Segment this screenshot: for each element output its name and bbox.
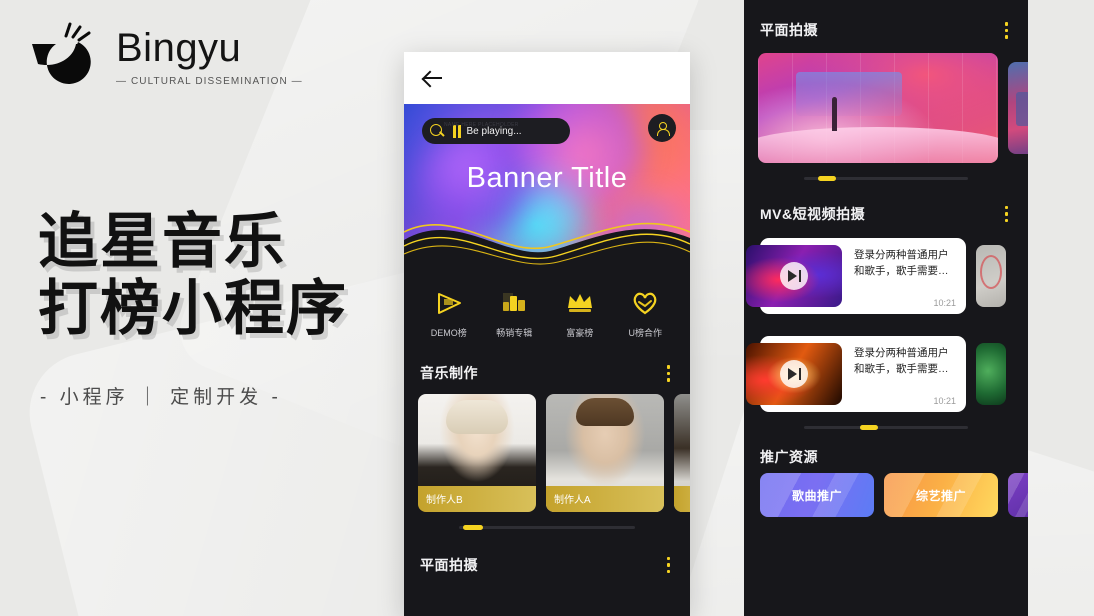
mv-thumbnail[interactable] [746,245,842,307]
quick-link-label: 畅销专辑 [496,328,533,338]
more-vertical-icon[interactable] [1001,18,1013,43]
mv-list-row[interactable]: 登录分两种普通用户和歌手，歌手需要… 10:21 [744,336,1028,412]
banner-wave-decor [404,204,690,270]
photo-card-partial[interactable] [1008,61,1028,154]
mv-video-card[interactable]: 登录分两种普通用户和歌手，歌手需要… 10:21 [746,336,966,412]
mv-card-time: 10:21 [933,396,956,406]
producer-card-label: 制作人B [418,485,536,512]
crown-icon [552,286,608,320]
back-arrow-icon[interactable] [422,67,444,89]
quick-link-label: U榜合作 [628,328,663,338]
search-icon [430,123,445,139]
photo-person-silhouette [832,96,838,131]
quick-link-albums[interactable]: 畅销专辑 [486,286,542,339]
promo-card-song[interactable]: 歌曲推广 [760,473,874,517]
photo-section-header: 平面拍摄 [744,0,1028,53]
headline-line-2: 打榜小程序 [38,275,348,343]
promo-card-row[interactable]: 歌曲推广 综艺推广 [744,473,1028,517]
mv-section-header: MV&短视频拍摄 [744,180,1028,237]
section-title: 推广资源 [760,449,818,465]
mv-card-partial[interactable] [976,245,1006,307]
bingyu-swoosh-logo-icon [26,20,102,90]
section-title: 音乐制作 [420,365,478,382]
handshake-heart-icon [617,286,673,320]
music-section-header: 音乐制作 [404,351,690,394]
section-title: 平面拍摄 [760,22,818,39]
mv-card-time: 10:21 [933,298,956,308]
photo-section-header: 平面拍摄 [404,529,690,586]
search-bar[interactable]: NAME HERE PLACEHOLDER Be playing... [422,118,570,144]
photo-carousel[interactable] [744,52,1028,163]
quick-link-label: DEMO榜 [430,328,467,338]
carousel-scroll-indicator[interactable] [459,524,635,530]
promo-card-label: 综艺推广 [915,488,966,503]
page-title: 追星音乐 打榜小程序 [38,208,348,342]
headline-line-1: 追星音乐 [38,208,286,275]
user-avatar-icon[interactable] [648,114,676,142]
banner-title: Banner Title [466,162,628,194]
photo-floor-region [758,127,998,163]
photo-scroll-indicator[interactable] [804,175,968,181]
promo-section-header: 推广资源 [744,429,1028,473]
more-vertical-icon[interactable] [663,361,675,386]
play-triangle-icon [421,286,477,320]
mv-scroll-indicator[interactable] [804,425,968,430]
phone-mockup: NAME HERE PLACEHOLDER Be playing... Bann… [404,52,690,616]
avatar-person-glyph [655,121,670,136]
play-next-icon[interactable] [780,360,808,388]
promo-card-label: 歌曲推广 [791,488,842,503]
right-app-panel: 平面拍摄 MV&短视频拍摄 登录分两种普通用户和歌手，歌手需要… 10:21 登… [744,0,1028,616]
mv-card-text: 登录分两种普通用户和歌手，歌手需要… [854,249,949,278]
quick-link-label: 富豪榜 [566,328,594,338]
mv-video-card[interactable]: 登录分两种普通用户和歌手，歌手需要… 10:21 [746,238,966,314]
mv-thumbnail[interactable] [746,343,842,405]
more-vertical-icon[interactable] [663,553,675,578]
music-card-carousel[interactable]: 制作人B 制作人A [404,393,690,512]
phone-status-header [404,52,690,104]
promo-card-partial[interactable] [1008,473,1028,517]
brand-lockup: Bingyu — CULTURAL DISSEMINATION — [26,20,303,90]
promo-card-variety[interactable]: 综艺推广 [884,473,998,517]
section-title: 平面拍摄 [420,556,478,573]
play-next-icon[interactable] [780,262,808,290]
mv-card-partial[interactable] [976,343,1006,405]
photo-card[interactable] [758,52,998,163]
brand-name: Bingyu [116,25,242,70]
brand-tagline: — CULTURAL DISSEMINATION — [116,75,303,87]
section-title: MV&短视频拍摄 [760,205,866,222]
quick-links-row: DEMO榜 畅销专辑 富豪榜 U榜合作 [404,270,690,351]
mv-list-row[interactable]: 登录分两种普通用户和歌手，歌手需要… 10:21 [744,238,1028,314]
photo-sky-region [796,72,902,117]
hero-banner[interactable]: NAME HERE PLACEHOLDER Be playing... Bann… [404,104,690,270]
producer-card-label: 制作人A [546,485,664,512]
music-producer-card[interactable] [674,393,690,512]
music-producer-card[interactable]: 制作人B [418,393,536,512]
hero-subtitle: - 小程序 ｜ 定制开发 - [40,387,282,408]
music-producer-card[interactable]: 制作人A [546,393,664,512]
quick-link-rich[interactable]: 富豪榜 [552,286,608,339]
producer-card-label [674,485,690,512]
mv-card-text: 登录分两种普通用户和歌手，歌手需要… [854,347,949,376]
quick-link-demo[interactable]: DEMO榜 [421,286,477,339]
search-placeholder-ghost: NAME HERE PLACEHOLDER [444,122,519,128]
bar-chart-icon [486,286,542,320]
quick-link-coop[interactable]: U榜合作 [617,286,673,339]
more-vertical-icon[interactable] [1001,202,1013,227]
